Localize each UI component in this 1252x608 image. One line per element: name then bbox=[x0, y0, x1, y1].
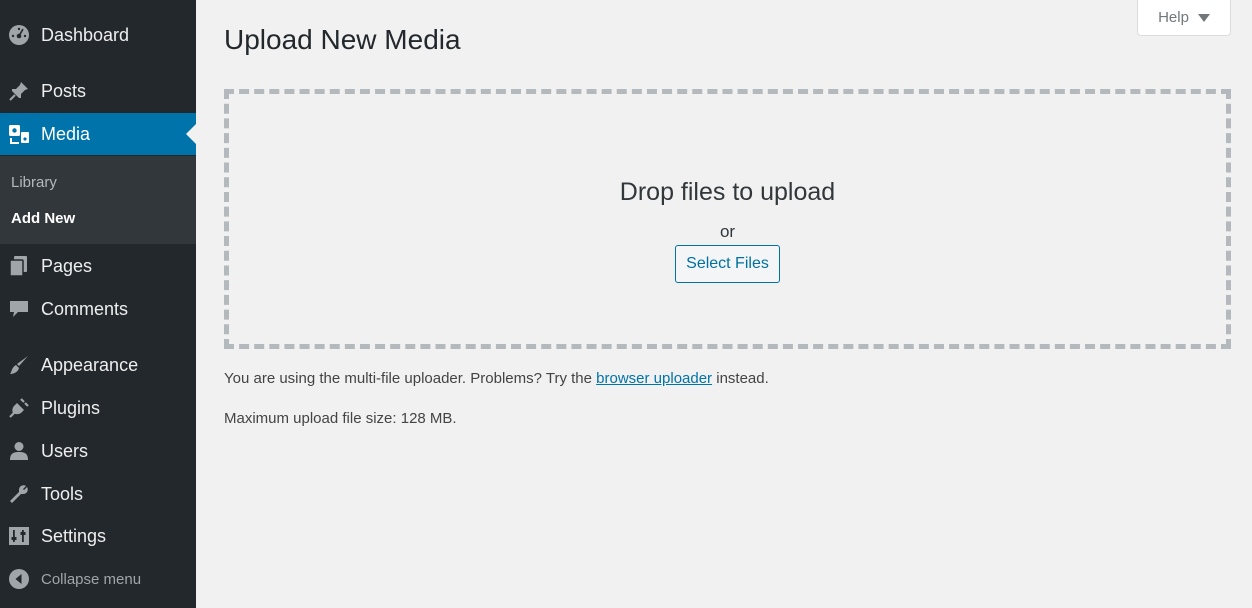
collapse-menu-button[interactable]: Collapse menu bbox=[0, 558, 196, 600]
plug-icon bbox=[8, 397, 30, 419]
uploader-note-suffix: instead. bbox=[712, 370, 769, 387]
admin-sidebar: Dashboard Posts Media Library Add New Pa… bbox=[0, 0, 196, 608]
sidebar-item-media[interactable]: Media bbox=[0, 113, 196, 155]
help-tab-label: Help bbox=[1158, 9, 1189, 26]
max-upload-size: Maximum upload file size: 128 MB. bbox=[224, 410, 457, 427]
help-tab-button[interactable]: Help bbox=[1137, 0, 1231, 36]
sidebar-item-label: Pages bbox=[41, 255, 93, 276]
sidebar-item-label: Dashboard bbox=[41, 24, 130, 45]
pushpin-icon bbox=[8, 80, 30, 102]
uploader-note-prefix: You are using the multi-file uploader. P… bbox=[224, 370, 597, 387]
settings-sliders-icon bbox=[8, 525, 30, 547]
sidebar-item-tools[interactable]: Tools bbox=[0, 473, 196, 515]
sidebar-item-label: Settings bbox=[41, 525, 107, 546]
pages-icon bbox=[8, 255, 30, 277]
wrench-icon bbox=[8, 483, 30, 505]
sidebar-item-label: Plugins bbox=[41, 397, 101, 418]
collapse-menu-label: Collapse menu bbox=[41, 570, 142, 588]
submenu-item-library[interactable]: Library bbox=[11, 174, 57, 191]
paintbrush-icon bbox=[8, 354, 30, 376]
user-icon bbox=[8, 440, 30, 462]
collapse-arrow-icon bbox=[8, 568, 30, 590]
media-submenu: Library Add New bbox=[0, 156, 196, 244]
caret-down-icon bbox=[1197, 14, 1210, 22]
sidebar-item-users[interactable]: Users bbox=[0, 430, 196, 472]
browser-uploader-link[interactable]: browser uploader bbox=[596, 370, 712, 387]
comment-icon bbox=[8, 298, 30, 320]
drag-drop-area[interactable]: Drop files to upload or Select Files bbox=[224, 89, 1231, 349]
drop-or-text: or bbox=[719, 222, 736, 241]
sidebar-item-label: Comments bbox=[41, 298, 129, 319]
sidebar-item-dashboard[interactable]: Dashboard bbox=[0, 14, 196, 56]
sidebar-item-appearance[interactable]: Appearance bbox=[0, 344, 196, 386]
dashboard-icon bbox=[8, 24, 30, 46]
submenu-item-add-new[interactable]: Add New bbox=[11, 210, 75, 227]
sidebar-item-label: Posts bbox=[41, 80, 87, 101]
select-files-button[interactable]: Select Files bbox=[675, 245, 780, 283]
media-icon bbox=[8, 123, 30, 145]
sidebar-item-label: Users bbox=[41, 440, 89, 461]
sidebar-item-comments[interactable]: Comments bbox=[0, 288, 196, 330]
sidebar-item-plugins[interactable]: Plugins bbox=[0, 387, 196, 429]
sidebar-item-label: Tools bbox=[41, 483, 84, 504]
uploader-note: You are using the multi-file uploader. P… bbox=[224, 370, 769, 387]
drop-instructions: Drop files to upload bbox=[619, 178, 836, 206]
sidebar-item-posts[interactable]: Posts bbox=[0, 70, 196, 112]
sidebar-item-pages[interactable]: Pages bbox=[0, 245, 196, 287]
sidebar-item-label: Media bbox=[41, 123, 91, 144]
page-title: Upload New Media bbox=[224, 24, 461, 55]
sidebar-item-label: Appearance bbox=[41, 354, 139, 375]
sidebar-item-settings[interactable]: Settings bbox=[0, 515, 196, 557]
